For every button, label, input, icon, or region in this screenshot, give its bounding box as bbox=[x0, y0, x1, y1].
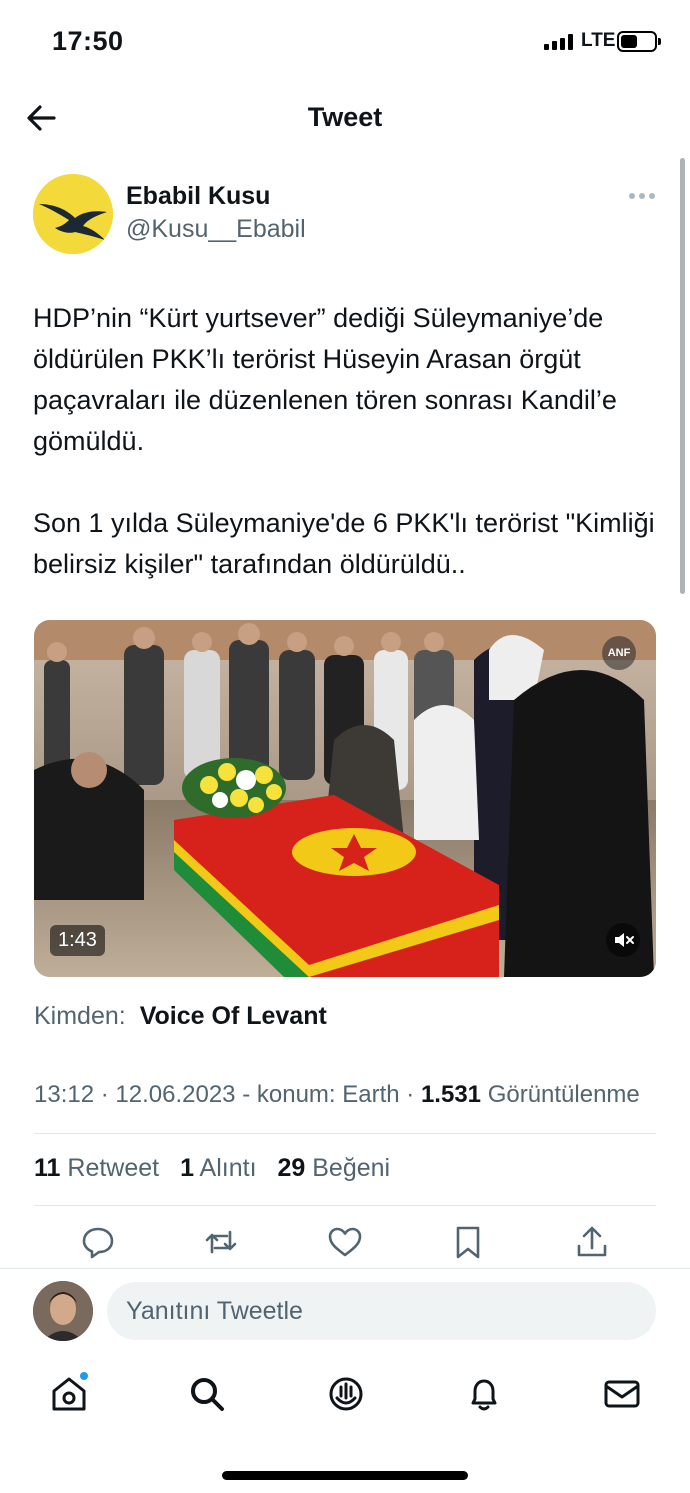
divider bbox=[34, 1133, 656, 1134]
tweet-source: Kimden: Voice Of Levant bbox=[34, 1002, 327, 1031]
share-icon bbox=[577, 1226, 607, 1257]
author-handle[interactable]: @Kusu__Ebabil bbox=[126, 215, 306, 244]
battery-icon bbox=[617, 31, 661, 52]
source-link[interactable]: Voice Of Levant bbox=[140, 1002, 327, 1030]
source-label: Kimden: bbox=[34, 1002, 126, 1030]
messages-icon bbox=[604, 1380, 640, 1408]
tab-messages[interactable] bbox=[602, 1374, 642, 1414]
more-dots-icon bbox=[629, 193, 635, 199]
video-player[interactable]: ANF 1:43 bbox=[34, 620, 656, 977]
likes-label: Beğeni bbox=[312, 1154, 391, 1182]
tweet-paragraph: HDP’nin “Kürt yurtsever” dediği Süleyman… bbox=[33, 303, 617, 456]
scrollbar[interactable] bbox=[680, 158, 685, 594]
divider bbox=[0, 1268, 690, 1269]
bookmark-button[interactable] bbox=[450, 1224, 486, 1260]
tab-search[interactable] bbox=[187, 1374, 227, 1414]
reply-input[interactable]: Yanıtını Tweetle bbox=[107, 1282, 656, 1340]
status-bar: 17:50 LTE bbox=[0, 0, 690, 84]
mute-button[interactable] bbox=[606, 923, 640, 957]
share-button[interactable] bbox=[574, 1224, 610, 1260]
tab-home[interactable] bbox=[49, 1374, 89, 1414]
like-icon bbox=[328, 1227, 362, 1257]
speaker-muted-icon bbox=[615, 933, 634, 947]
tweet-actions bbox=[0, 1224, 690, 1264]
tab-spaces[interactable] bbox=[326, 1374, 366, 1414]
reply-button[interactable] bbox=[80, 1224, 116, 1260]
header: Tweet bbox=[0, 84, 690, 154]
user-photo bbox=[33, 1281, 93, 1341]
new-content-dot bbox=[80, 1372, 88, 1380]
tweet-stats: 11 Retweet 1 Alıntı 29 Beğeni bbox=[34, 1154, 404, 1183]
tab-bar bbox=[0, 1366, 690, 1426]
quotes-count: 1 bbox=[180, 1154, 194, 1182]
author-avatar[interactable] bbox=[33, 174, 113, 254]
retweets-count: 11 bbox=[34, 1154, 61, 1182]
home-icon bbox=[52, 1377, 86, 1411]
video-duration: 1:43 bbox=[50, 925, 105, 956]
tweet-paragraph: Son 1 yılda Süleymaniye'de 6 PKK'lı terö… bbox=[33, 508, 655, 579]
status-time: 17:50 bbox=[52, 26, 124, 56]
quotes-label: Alıntı bbox=[199, 1154, 257, 1182]
channel-badge: ANF bbox=[602, 636, 636, 670]
more-options-button[interactable] bbox=[626, 186, 658, 206]
network-label: LTE bbox=[581, 30, 616, 51]
divider bbox=[34, 1205, 656, 1206]
spaces-icon bbox=[329, 1377, 363, 1411]
retweet-icon bbox=[205, 1230, 237, 1254]
page-title: Tweet bbox=[307, 102, 383, 132]
tweet-meta: 13:12 · 12.06.2023 - konum: Earth · 1.53… bbox=[34, 1081, 640, 1108]
tweet-date[interactable]: 12.06.2023 bbox=[115, 1081, 235, 1108]
user-avatar[interactable] bbox=[33, 1281, 93, 1341]
likes-stat[interactable]: 29 Beğeni bbox=[277, 1154, 390, 1182]
retweet-button[interactable] bbox=[203, 1224, 239, 1260]
reply-icon bbox=[82, 1227, 114, 1259]
search-icon bbox=[191, 1378, 224, 1411]
tab-notifications[interactable] bbox=[464, 1374, 504, 1414]
tweet-time[interactable]: 13:12 bbox=[34, 1081, 94, 1108]
signal-icon bbox=[544, 34, 573, 50]
views-label: Görüntülenme bbox=[487, 1081, 640, 1108]
quotes-stat[interactable]: 1 Alıntı bbox=[180, 1154, 256, 1182]
views-count: 1.531 bbox=[420, 1081, 482, 1108]
tweet-location: konum: Earth bbox=[256, 1081, 400, 1108]
author-name[interactable]: Ebabil Kusu bbox=[126, 182, 270, 211]
notifications-icon bbox=[471, 1379, 497, 1411]
video-thumbnail bbox=[34, 620, 656, 977]
home-indicator[interactable] bbox=[222, 1471, 468, 1480]
likes-count: 29 bbox=[277, 1154, 306, 1182]
bookmark-icon bbox=[456, 1226, 480, 1259]
swallow-bird-logo bbox=[33, 174, 113, 254]
retweets-label: Retweet bbox=[67, 1154, 160, 1182]
retweets-stat[interactable]: 11 Retweet bbox=[34, 1154, 159, 1182]
tweet-text: HDP’nin “Kürt yurtsever” dediği Süleyman… bbox=[33, 298, 663, 585]
like-button[interactable] bbox=[327, 1224, 363, 1260]
